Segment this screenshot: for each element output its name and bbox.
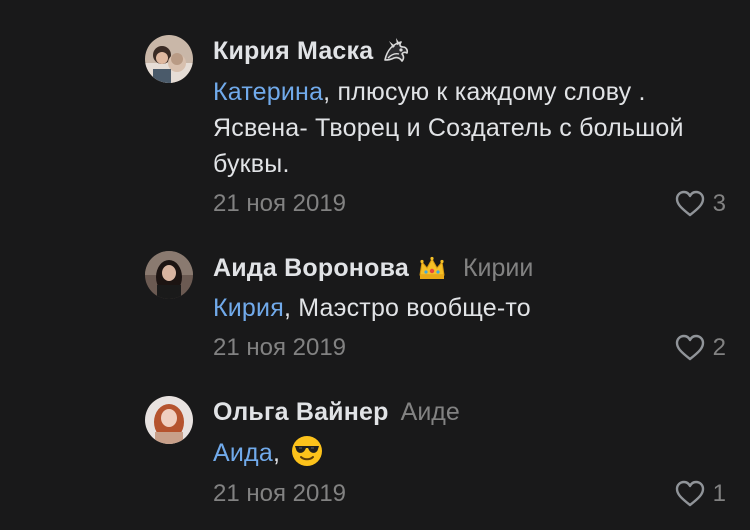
heart-icon bbox=[675, 190, 705, 218]
author-line: Кирия Маска bbox=[213, 35, 411, 67]
author-name[interactable]: Ольга Вайнер bbox=[213, 398, 389, 427]
like-count: 3 bbox=[712, 190, 726, 217]
like-count: 1 bbox=[712, 480, 726, 507]
mention-link[interactable]: Аида bbox=[213, 439, 273, 467]
author-name[interactable]: Кирия Маска bbox=[213, 37, 373, 66]
avatar[interactable] bbox=[145, 396, 193, 444]
comment-date[interactable]: 21 ноя 2019 bbox=[213, 479, 346, 509]
like-count: 2 bbox=[712, 334, 726, 361]
comment-body: , bbox=[272, 439, 281, 467]
comment-date[interactable]: 21 ноя 2019 bbox=[213, 189, 346, 219]
author-line: Ольга Вайнер Аиде bbox=[213, 396, 460, 428]
author-line: Аида Воронова Кирии bbox=[213, 252, 533, 284]
heart-icon bbox=[675, 480, 705, 508]
heart-icon bbox=[675, 334, 705, 362]
comment-body: , Маэстро вообще-то bbox=[283, 294, 531, 322]
reply-to-label[interactable]: Аиде bbox=[401, 398, 460, 427]
sunglasses-emoji-icon bbox=[291, 435, 323, 467]
mention-link[interactable]: Кирия bbox=[213, 294, 284, 322]
comment-text: Аида, bbox=[213, 435, 723, 471]
crown-badge-icon bbox=[417, 253, 447, 283]
like-button[interactable]: 3 bbox=[675, 189, 726, 219]
like-button[interactable]: 1 bbox=[675, 479, 726, 509]
reply-to-label[interactable]: Кирии bbox=[463, 254, 533, 283]
author-name[interactable]: Аида Воронова bbox=[213, 254, 409, 283]
comments-thread: Кирия Маска Катерина, плюсую к каждому с… bbox=[0, 0, 750, 530]
like-button[interactable]: 2 bbox=[675, 333, 726, 363]
mention-link[interactable]: Катерина bbox=[213, 78, 323, 106]
comment-date[interactable]: 21 ноя 2019 bbox=[213, 333, 346, 363]
dragon-badge-icon bbox=[381, 36, 411, 66]
avatar[interactable] bbox=[145, 35, 193, 83]
avatar[interactable] bbox=[145, 251, 193, 299]
comment-text: Кирия, Маэстро вообще-то bbox=[213, 290, 723, 326]
comment-text: Катерина, плюсую к каждому слову . Ясвен… bbox=[213, 74, 723, 182]
